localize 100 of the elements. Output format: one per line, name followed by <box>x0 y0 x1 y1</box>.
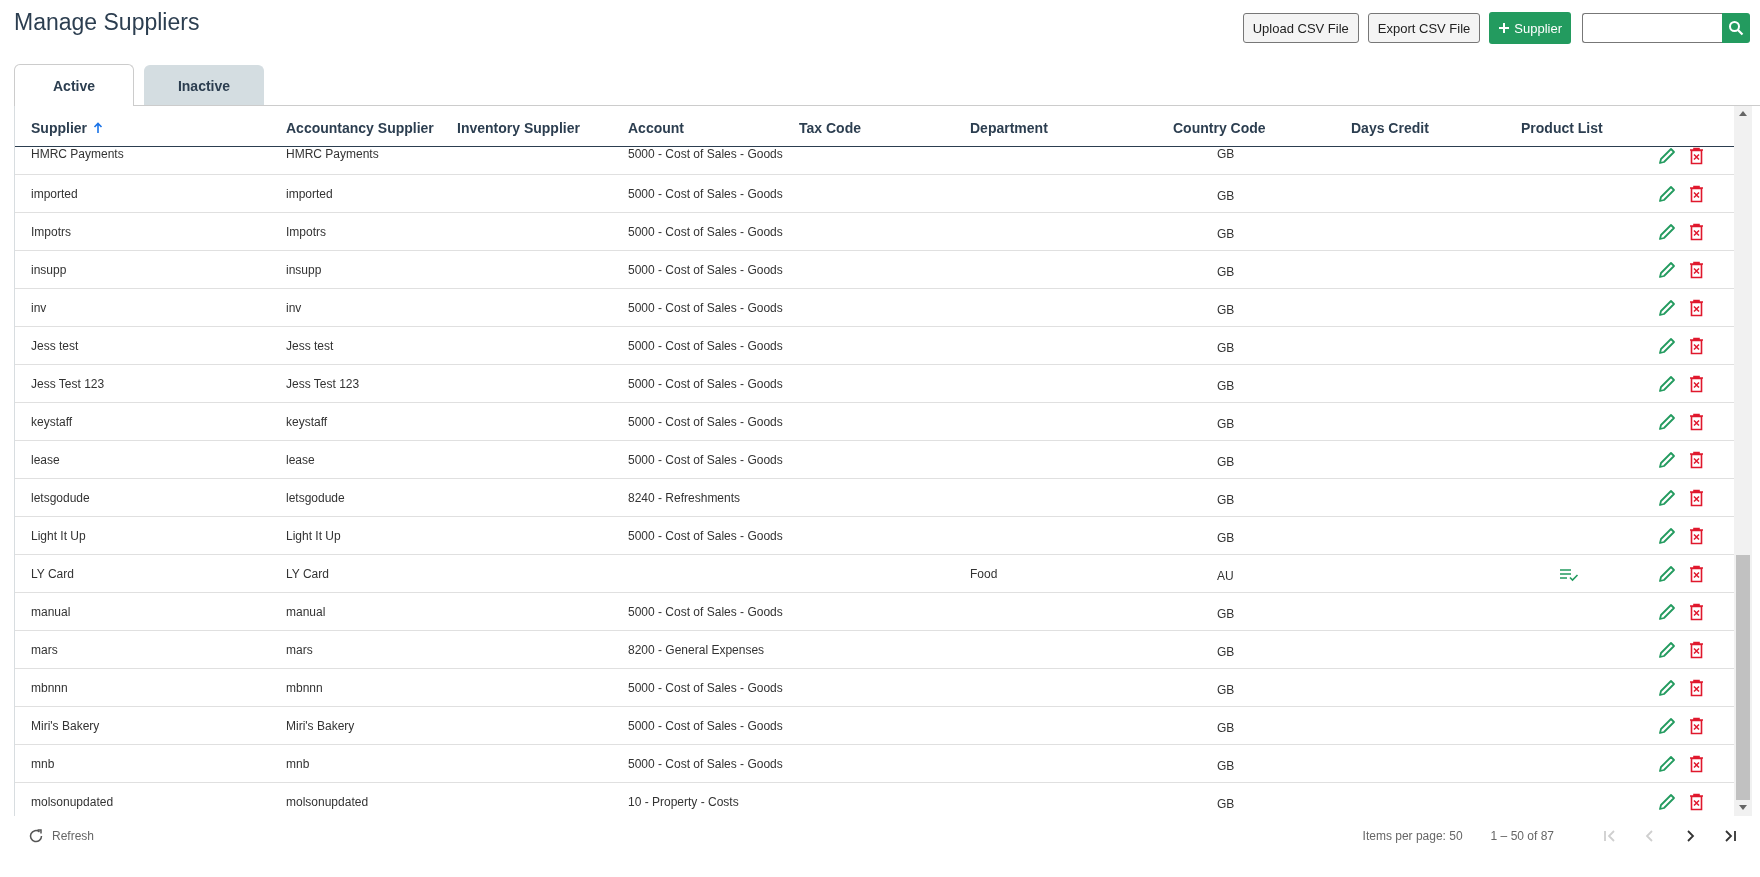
delete-icon[interactable] <box>1689 450 1704 469</box>
table-cell: GB <box>1217 264 1235 279</box>
edit-pencil-icon[interactable] <box>1658 147 1676 165</box>
table-cell: 5000 - Cost of Sales - Goods <box>628 680 783 695</box>
edit-pencil-icon[interactable] <box>1658 526 1676 545</box>
table-cell: imported <box>31 186 78 201</box>
column-header[interactable]: Accountancy Supplier <box>286 120 434 136</box>
table-cell: imported <box>286 186 333 201</box>
table-cell: inv <box>286 300 302 315</box>
edit-pencil-icon[interactable] <box>1658 754 1676 773</box>
delete-icon[interactable] <box>1689 298 1704 317</box>
add-supplier-button[interactable]: Supplier <box>1489 12 1571 44</box>
table-cell: Impotrs <box>286 224 326 239</box>
table-cell: 5000 - Cost of Sales - Goods <box>628 300 783 315</box>
delete-icon[interactable] <box>1689 640 1704 659</box>
table-cell: 8240 - Refreshments <box>628 490 741 505</box>
column-header[interactable]: Country Code <box>1173 120 1266 136</box>
delete-icon[interactable] <box>1689 336 1704 355</box>
edit-pencil-icon[interactable] <box>1658 716 1676 735</box>
edit-pencil-icon[interactable] <box>1658 792 1676 811</box>
column-header[interactable]: Department <box>970 120 1048 136</box>
table-cell: Impotrs <box>31 224 71 239</box>
delete-icon[interactable] <box>1689 526 1704 545</box>
table-cell: lease <box>286 452 315 467</box>
table-cell: Jess test <box>286 338 334 353</box>
table-cell: 5000 - Cost of Sales - Goods <box>628 528 783 543</box>
page-title: Manage Suppliers <box>14 9 200 36</box>
table-cell: letsgodude <box>31 490 90 505</box>
table-cell: 5000 - Cost of Sales - Goods <box>628 147 783 161</box>
edit-pencil-icon[interactable] <box>1658 602 1676 621</box>
toolbar-button[interactable]: Upload CSV File <box>1242 13 1359 43</box>
delete-icon[interactable] <box>1689 147 1704 165</box>
delete-icon[interactable] <box>1689 184 1704 203</box>
search-field[interactable] <box>1582 13 1722 43</box>
edit-pencil-icon[interactable] <box>1658 298 1676 317</box>
edit-pencil-icon[interactable] <box>1658 374 1676 393</box>
table-cell: GB <box>1217 492 1235 507</box>
table-cell: insupp <box>31 262 67 277</box>
delete-icon[interactable] <box>1689 564 1704 583</box>
column-header[interactable]: Supplier <box>31 120 103 136</box>
column-header[interactable]: Tax Code <box>799 120 861 136</box>
table-cell: Jess Test 123 <box>286 376 360 391</box>
tab[interactable]: Inactive <box>144 65 264 105</box>
table-cell: GB <box>1217 720 1235 735</box>
table-cell: 5000 - Cost of Sales - Goods <box>628 718 783 733</box>
table-cell: 8200 - General Expenses <box>628 642 765 657</box>
table-cell: keystaff <box>31 414 73 429</box>
edit-pencil-icon[interactable] <box>1658 564 1676 583</box>
scrollbar[interactable] <box>1734 106 1752 816</box>
edit-pencil-icon[interactable] <box>1658 412 1676 431</box>
scroll-down-arrow-icon[interactable] <box>1739 805 1747 810</box>
column-header[interactable]: Days Credit <box>1351 120 1429 136</box>
delete-icon[interactable] <box>1689 754 1704 773</box>
column-header[interactable]: Account <box>628 120 684 136</box>
delete-icon[interactable] <box>1689 602 1704 621</box>
edit-pencil-icon[interactable] <box>1658 450 1676 469</box>
edit-pencil-icon[interactable] <box>1658 260 1676 279</box>
edit-pencil-icon[interactable] <box>1658 678 1676 697</box>
refresh-button[interactable]: Refresh <box>14 828 95 844</box>
table-cell: GB <box>1217 606 1235 621</box>
delete-icon[interactable] <box>1689 716 1704 735</box>
table-cell: mbnnn <box>31 680 68 695</box>
table-cell: molsonupdated <box>286 794 369 809</box>
table-cell: 5000 - Cost of Sales - Goods <box>628 262 783 277</box>
items-per-page-label: Items per page: 50 <box>1362 829 1463 843</box>
edit-pencil-icon[interactable] <box>1658 222 1676 241</box>
table-cell: 5000 - Cost of Sales - Goods <box>628 414 783 429</box>
scroll-up-arrow-icon[interactable] <box>1739 111 1747 116</box>
toolbar-button[interactable]: Export CSV File <box>1367 13 1481 43</box>
column-header[interactable]: Product List <box>1521 120 1603 136</box>
table-cell: GB <box>1217 147 1235 161</box>
table-cell: GB <box>1217 340 1235 355</box>
table-cell: 5000 - Cost of Sales - Goods <box>628 376 783 391</box>
edit-pencil-icon[interactable] <box>1658 184 1676 203</box>
table-cell: inv <box>31 300 47 315</box>
edit-pencil-icon[interactable] <box>1658 336 1676 355</box>
column-header[interactable]: Inventory Supplier <box>457 120 580 136</box>
checklist-icon[interactable] <box>1559 568 1579 582</box>
table-cell: GB <box>1217 682 1235 697</box>
edit-pencil-icon[interactable] <box>1658 488 1676 507</box>
search-button[interactable] <box>1722 13 1750 43</box>
table-cell: keystaff <box>286 414 328 429</box>
edit-pencil-icon[interactable] <box>1658 640 1676 659</box>
table-cell: Food <box>970 566 998 581</box>
delete-icon[interactable] <box>1689 488 1704 507</box>
table-cell: Miri's Bakery <box>286 718 355 733</box>
delete-icon[interactable] <box>1689 222 1704 241</box>
delete-icon[interactable] <box>1689 412 1704 431</box>
delete-icon[interactable] <box>1689 374 1704 393</box>
delete-icon[interactable] <box>1689 678 1704 697</box>
table-cell: 5000 - Cost of Sales - Goods <box>628 338 783 353</box>
table-cell: HMRC Payments <box>286 147 379 161</box>
tab[interactable]: Active <box>14 64 134 106</box>
table-cell: GB <box>1217 188 1235 203</box>
table-cell: GB <box>1217 644 1235 659</box>
table-cell: GB <box>1217 226 1235 241</box>
table-cell: letsgodude <box>286 490 345 505</box>
delete-icon[interactable] <box>1689 260 1704 279</box>
delete-icon[interactable] <box>1689 792 1704 811</box>
table-cell: 10 - Property - Costs <box>628 794 739 809</box>
